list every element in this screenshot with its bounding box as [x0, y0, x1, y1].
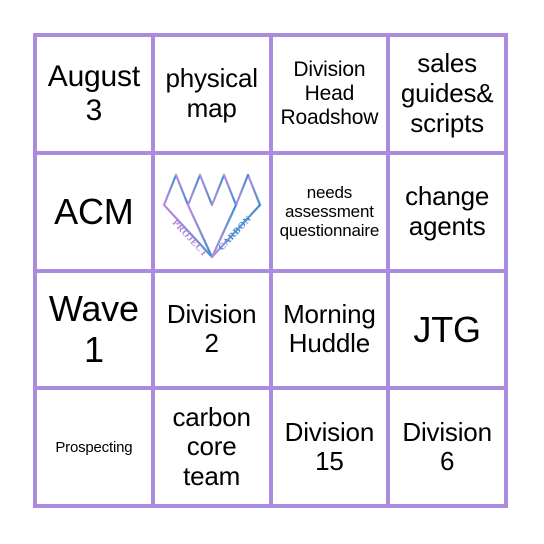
bingo-cell-r2c1[interactable]: ACM: [37, 154, 155, 273]
bingo-cell-r1c1[interactable]: August 3: [37, 37, 155, 155]
bingo-cell-label: JTG: [413, 308, 481, 350]
bingo-cell-r4c3[interactable]: Division 15: [272, 390, 391, 508]
bingo-cell-label: needs assessment questionnaire: [279, 182, 380, 241]
bingo-cell-r1c3[interactable]: Division Head Roadshow: [272, 37, 391, 155]
bingo-cell-label: August 3: [47, 59, 140, 127]
bingo-cell-label: Division 15: [284, 416, 375, 477]
bingo-cell-label: Division 6: [402, 416, 492, 477]
bingo-grid: August 3 physical map Division Head Road…: [33, 33, 508, 508]
bingo-cell-label: Wave 1: [48, 288, 139, 371]
bingo-cell-label: change agents: [405, 181, 490, 241]
bingo-cell-r3c3[interactable]: Morning Huddle: [272, 272, 391, 391]
bingo-cell-r4c2[interactable]: carbon core team: [154, 390, 273, 508]
project-carbon-diamond-icon: PROJECT CARBON: [162, 173, 261, 259]
bingo-cell-r1c2[interactable]: physical map: [154, 37, 273, 155]
bingo-cell-label: ACM: [54, 191, 134, 233]
bingo-cell-r3c2[interactable]: Division 2: [154, 272, 273, 391]
bingo-cell-label: physical map: [165, 63, 258, 123]
bingo-cell-r1c4[interactable]: sales guides& scripts: [390, 37, 508, 155]
bingo-cell-label: carbon core team: [172, 401, 251, 491]
bingo-cell-r4c1[interactable]: Prospecting: [37, 390, 155, 508]
bingo-cell-r2c4[interactable]: change agents: [390, 154, 508, 273]
bingo-cell-label: Morning Huddle: [283, 298, 376, 359]
bingo-cell-label: Prospecting: [55, 438, 133, 456]
bingo-cell-r2c2-logo[interactable]: PROJECT CARBON: [154, 154, 273, 273]
bingo-cell-r2c3[interactable]: needs assessment questionnaire: [272, 154, 391, 273]
bingo-cell-r4c4[interactable]: Division 6: [390, 390, 508, 508]
bingo-cell-r3c4[interactable]: JTG: [390, 272, 508, 391]
bingo-card: August 3 physical map Division Head Road…: [0, 0, 544, 544]
bingo-cell-label: Division 2: [166, 298, 257, 359]
bingo-cell-r3c1[interactable]: Wave 1: [37, 272, 155, 391]
bingo-cell-label: Division Head Roadshow: [280, 57, 379, 129]
bingo-cell-label: sales guides& scripts: [400, 48, 494, 138]
